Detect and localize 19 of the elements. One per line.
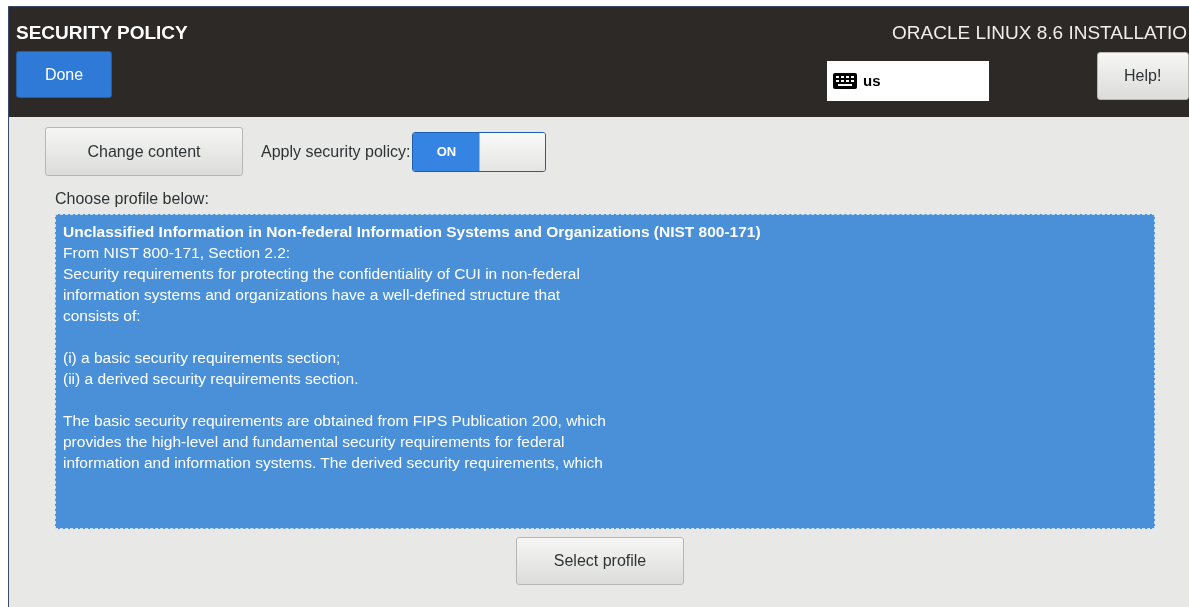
profile-item[interactable]	[55, 214, 1155, 529]
profile-description: From NIST 800-171, Section 2.2: Security requirements for protecting the confidentiality of CUI in non-federal information systems and organizations have a well-defined structure that consists of:	[63, 243, 580, 326]
change-content-button[interactable]: Change content	[45, 127, 243, 176]
policy-switch[interactable]: ON	[412, 131, 547, 172]
profile-description: (i) a basic security requirements section; (ii) a derived security requirements section.	[63, 348, 359, 389]
keyboard-layout-text: us	[863, 70, 881, 91]
apply-policy-label: Apply security policy:	[261, 141, 411, 162]
switch-knob[interactable]	[479, 132, 546, 171]
screen-title: SECURITY POLICY	[16, 21, 188, 45]
profile-title: Unclassified Information in Non-federal Information Systems and Organizations (NIST 800-171)	[63, 222, 761, 242]
product-title: ORACLE LINUX 8.6 INSTALLATIO	[892, 21, 1187, 45]
keyboard-icon	[833, 73, 857, 89]
select-profile-button[interactable]: Select profile	[516, 537, 684, 585]
profile-description: The basic security requirements are obtained from FIPS Publication 200, which provides the high-level and fundamental security requirements for federal information and information systems. The derived security requirements, which	[63, 411, 606, 473]
done-button[interactable]: Done	[16, 51, 112, 98]
profile-prompt: Choose profile below:	[55, 189, 209, 209]
switch-state-text: ON	[413, 132, 480, 171]
help-button[interactable]: Help!	[1097, 52, 1189, 100]
keyboard-layout-field[interactable]: us	[827, 61, 989, 101]
